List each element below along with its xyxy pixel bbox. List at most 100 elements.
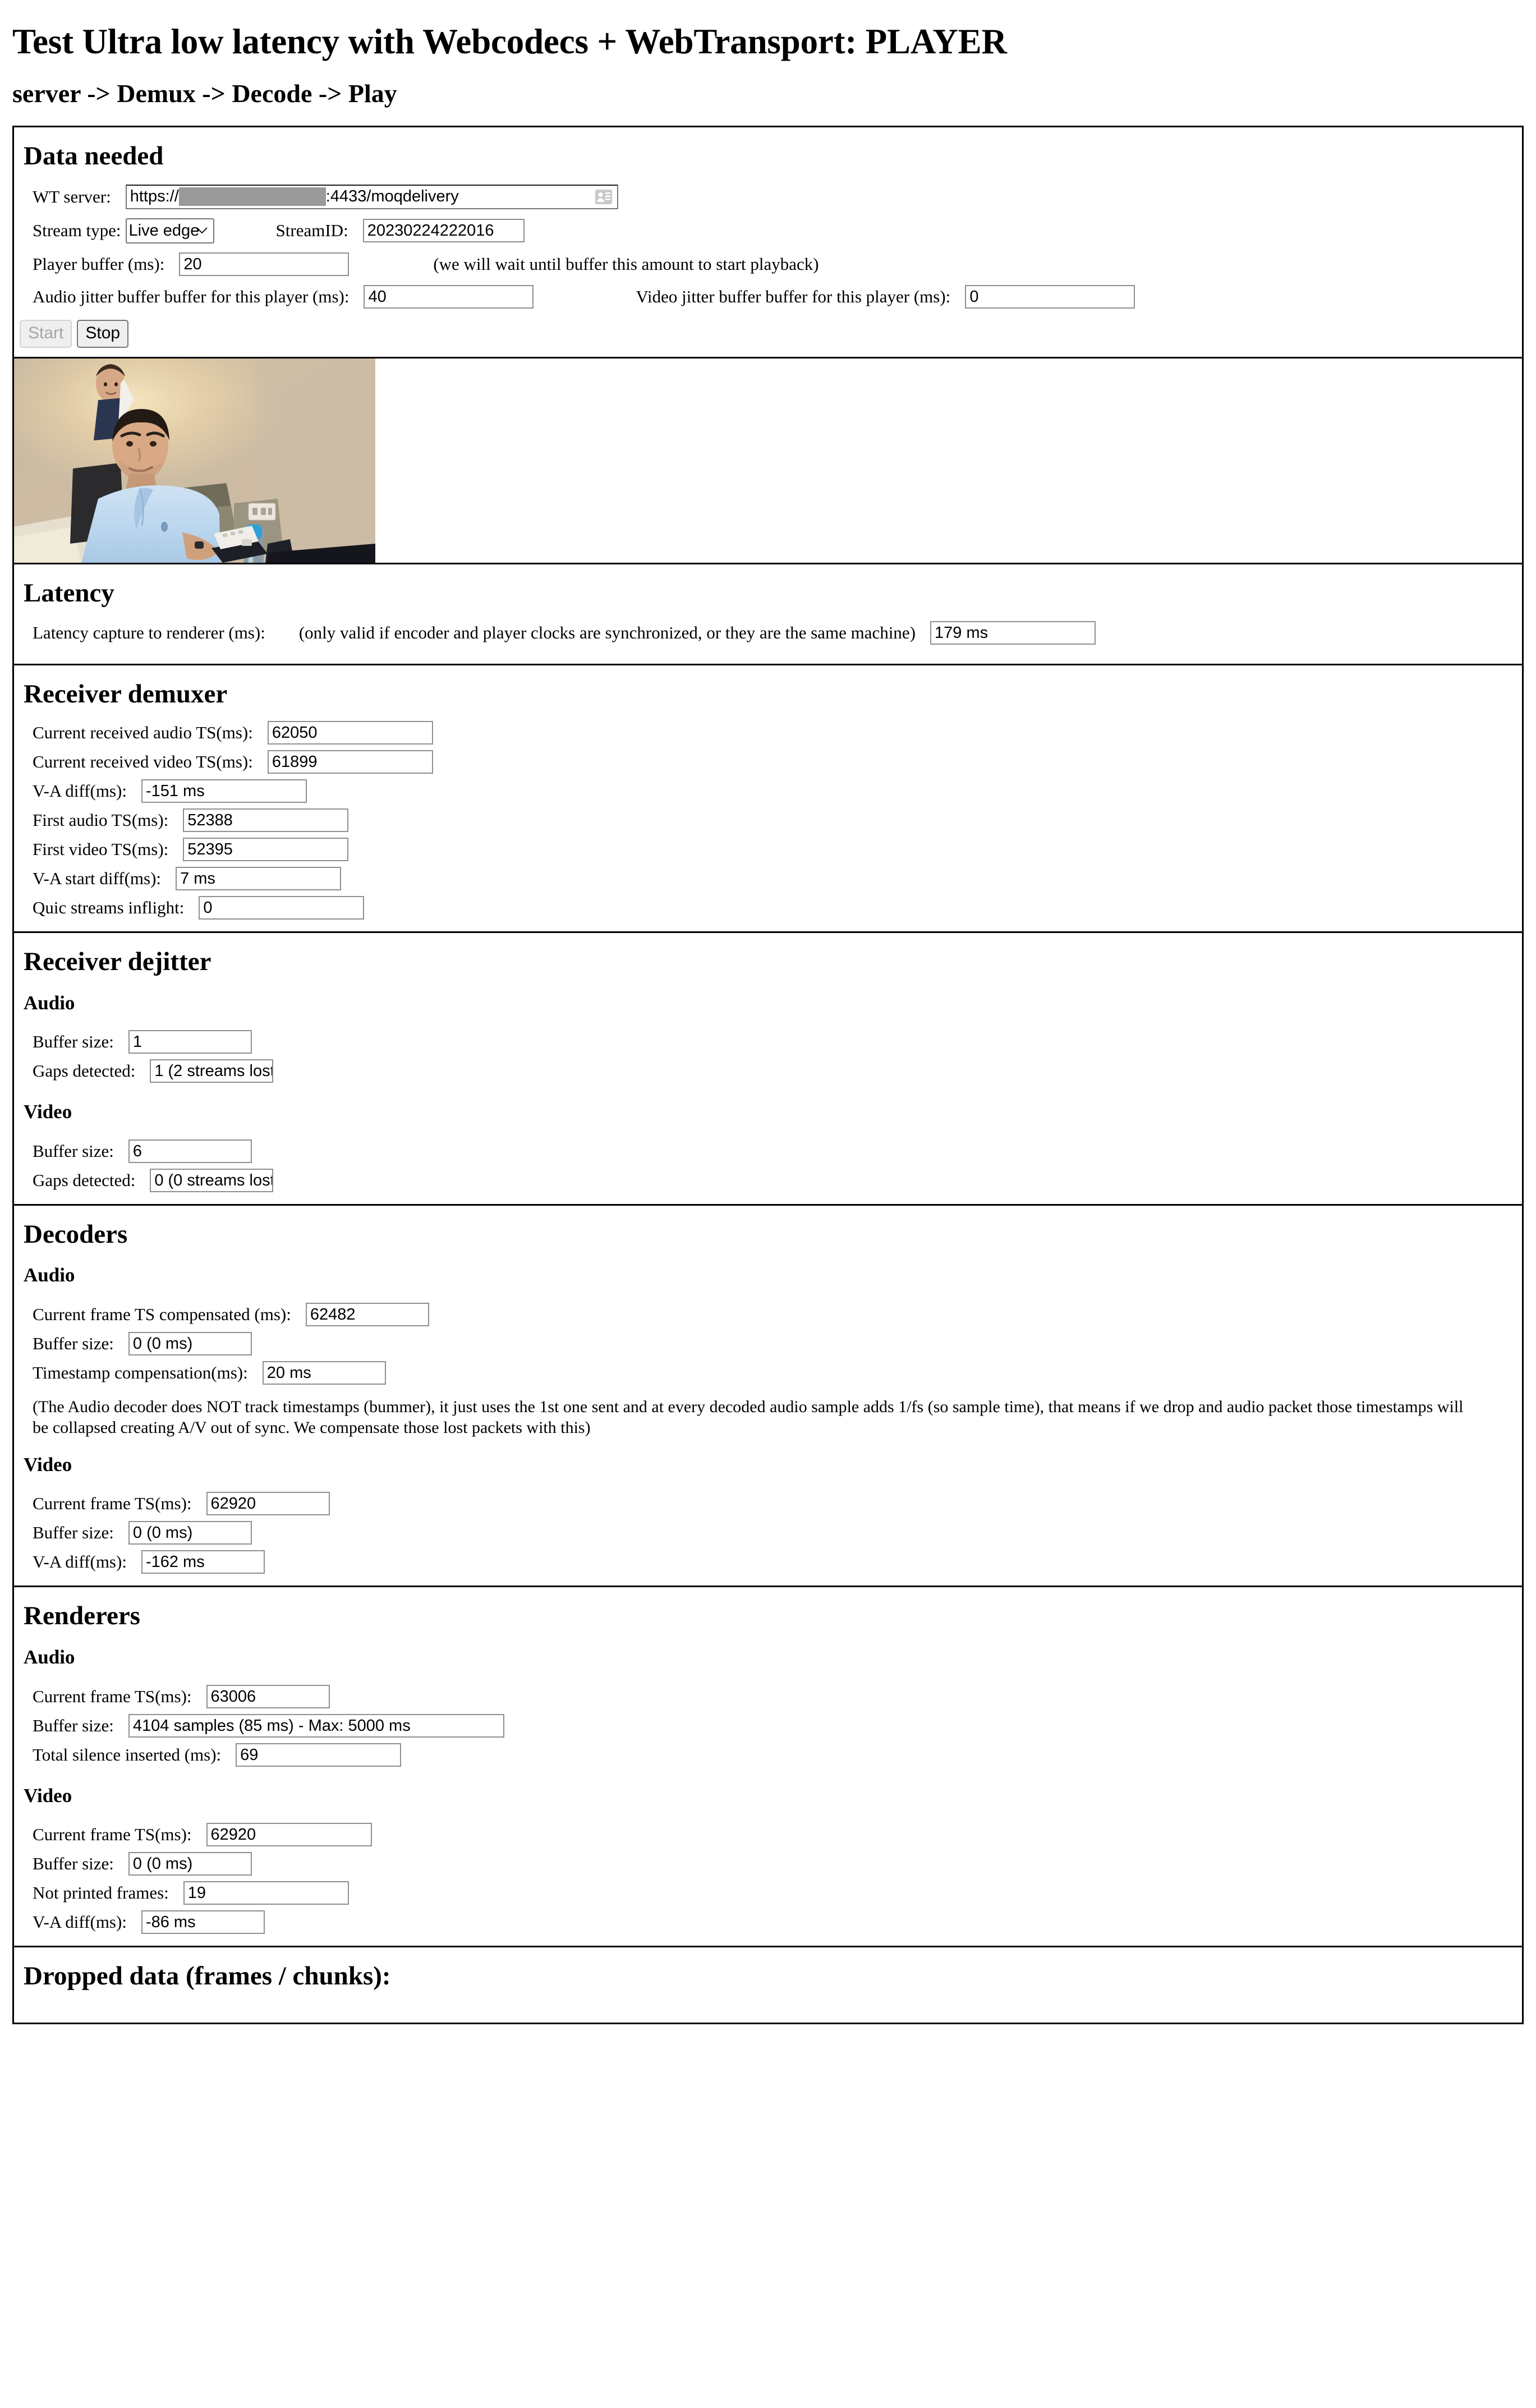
- stat-value[interactable]: 52395: [183, 838, 349, 862]
- wt-server-prefix: https://: [130, 187, 179, 206]
- section-video-output: [12, 356, 1524, 564]
- subsection-title-audio: Audio: [24, 1646, 75, 1669]
- audio-jitter-input[interactable]: 40: [364, 284, 534, 309]
- stat-label: V-A start diff(ms):: [33, 868, 162, 889]
- stat-label: Quic streams inflight:: [33, 898, 185, 918]
- stat-row: Current received audio TS(ms): 62050: [33, 718, 1522, 747]
- stream-type-select[interactable]: Live edge: [125, 218, 214, 243]
- stat-row: Quic streams inflight: 0: [33, 893, 1522, 922]
- stat-label: Current frame TS(ms):: [33, 1493, 192, 1514]
- stat-row: V-A start diff(ms): 7 ms: [33, 864, 1522, 893]
- row-player-buffer: Player buffer (ms): 20 (we will wait unt…: [33, 248, 1522, 281]
- stat-row: Gaps detected: 1 (2 streams lost): [33, 1056, 1522, 1086]
- stat-row: Current frame TS(ms): 62920: [33, 1489, 1522, 1518]
- row-wt-server: WT server: https://:4433/moqdelivery: [33, 180, 1522, 214]
- stat-row: Gaps detected: 0 (0 streams lost): [33, 1166, 1522, 1195]
- stat-value[interactable]: 4104 samples (85 ms) - Max: 5000 ms: [128, 1713, 504, 1738]
- stat-label: Buffer size:: [33, 1141, 114, 1161]
- stat-row: First audio TS(ms): 52388: [33, 806, 1522, 835]
- stat-row: Current frame TS compensated (ms): 62482: [33, 1300, 1522, 1329]
- stat-label: Current frame TS(ms):: [33, 1825, 192, 1845]
- stat-value[interactable]: -151 ms: [141, 779, 307, 803]
- latency-label: Latency capture to renderer (ms):: [33, 623, 265, 643]
- stat-value[interactable]: 7 ms: [176, 867, 342, 891]
- stat-value[interactable]: 61899: [267, 750, 433, 774]
- stat-label: Buffer size:: [33, 1854, 114, 1874]
- stat-row: V-A diff(ms): -162 ms: [33, 1547, 1522, 1577]
- row-latency: Latency capture to renderer (ms): (only …: [33, 617, 1522, 649]
- stat-row: Not printed frames: 19: [33, 1878, 1522, 1908]
- stat-value[interactable]: 63006: [206, 1684, 330, 1708]
- stat-value[interactable]: 62920: [206, 1823, 372, 1847]
- start-button[interactable]: Start: [20, 319, 72, 348]
- stat-value[interactable]: 0 (0 ms): [128, 1852, 252, 1876]
- stat-value[interactable]: 0: [199, 896, 365, 920]
- player-buffer-input[interactable]: 20: [179, 252, 349, 276]
- latency-note: (only valid if encoder and player clocks…: [298, 623, 916, 643]
- stat-label: Total silence inserted (ms):: [33, 1744, 222, 1764]
- stat-label: Not printed frames:: [33, 1883, 169, 1903]
- stat-label: Buffer size:: [33, 1715, 114, 1735]
- stat-value[interactable]: 0 (0 ms): [128, 1331, 252, 1355]
- video-frame: [14, 358, 375, 563]
- video-preview[interactable]: [14, 358, 375, 563]
- stat-value[interactable]: 20 ms: [262, 1361, 386, 1385]
- receiver-demuxer-rows: Current received audio TS(ms): 62050 Cur…: [14, 718, 1522, 922]
- player-page: Test Ultra low latency with Webcodecs + …: [0, 24, 1536, 2024]
- stop-button[interactable]: Stop: [77, 319, 129, 348]
- stat-row: Current received video TS(ms): 61899: [33, 747, 1522, 776]
- contact-card-icon[interactable]: [595, 188, 613, 206]
- stat-label: Gaps detected:: [33, 1061, 136, 1081]
- stat-value[interactable]: 62920: [206, 1492, 330, 1516]
- subsection-title-audio: Audio: [24, 991, 75, 1014]
- video-jitter-input[interactable]: 0: [965, 284, 1135, 309]
- section-data-needed: Data needed WT server: https://:4433/moq…: [12, 126, 1524, 359]
- streamid-input[interactable]: 20230224222016: [362, 219, 525, 243]
- section-title-receiver-dejitter: Receiver dejitter: [24, 947, 211, 977]
- stat-label: Buffer size:: [33, 1523, 114, 1543]
- streamid-label: StreamID:: [275, 220, 348, 241]
- stat-label: Current frame TS compensated (ms):: [33, 1304, 291, 1324]
- wt-server-redacted-host: [178, 187, 326, 206]
- page-subtitle: server -> Demux -> Decode -> Play: [12, 79, 397, 108]
- wt-server-input[interactable]: https:// :4433/moqdelivery: [125, 184, 618, 209]
- stat-value[interactable]: 69: [236, 1743, 402, 1767]
- stat-label: First audio TS(ms):: [33, 810, 169, 830]
- stat-row: Total silence inserted (ms): 69: [33, 1740, 1522, 1770]
- stat-value[interactable]: -86 ms: [141, 1910, 265, 1934]
- stat-value[interactable]: 0 (0 ms): [128, 1521, 252, 1545]
- stat-value[interactable]: 62482: [305, 1302, 429, 1326]
- section-receiver-demuxer: Receiver demuxer Current received audio …: [12, 664, 1524, 934]
- section-title-decoders: Decoders: [24, 1219, 128, 1249]
- stat-row: Buffer size: 0 (0 ms): [33, 1518, 1522, 1547]
- stat-row: First video TS(ms): 52395: [33, 835, 1522, 864]
- stat-value[interactable]: 1: [128, 1030, 252, 1054]
- player-controls: Start Stop: [20, 319, 1522, 348]
- stat-row: Buffer size: 1: [33, 1027, 1522, 1056]
- stat-row: V-A diff(ms): -86 ms: [33, 1908, 1522, 1937]
- page-title: Test Ultra low latency with Webcodecs + …: [12, 22, 1007, 61]
- stat-value[interactable]: 0 (0 streams lost): [150, 1168, 274, 1192]
- stat-value[interactable]: 62050: [267, 721, 433, 745]
- stat-row: V-A diff(ms): -151 ms: [33, 776, 1522, 806]
- stat-label: Buffer size:: [33, 1333, 114, 1353]
- row-jitter-buffers: Audio jitter buffer buffer for this play…: [33, 281, 1522, 313]
- stat-label: V-A diff(ms):: [33, 781, 127, 801]
- section-title-data-needed: Data needed: [24, 141, 164, 171]
- latency-value[interactable]: 179 ms: [930, 621, 1096, 645]
- stat-row: Buffer size: 0 (0 ms): [33, 1849, 1522, 1878]
- row-stream-type: Stream type: Live edge StreamID: 2023022…: [33, 214, 1522, 248]
- stat-value[interactable]: 52388: [183, 808, 349, 833]
- section-receiver-dejitter: Receiver dejitter Audio Buffer size: 1 G…: [12, 931, 1524, 1206]
- subsection-title-audio: Audio: [24, 1264, 75, 1286]
- section-title-receiver-demuxer: Receiver demuxer: [24, 679, 228, 709]
- stat-value[interactable]: 6: [128, 1139, 252, 1163]
- stat-label: Current received audio TS(ms):: [33, 723, 253, 743]
- section-dropped-data: Dropped data (frames / chunks):: [12, 1946, 1524, 2024]
- wt-server-suffix: :4433/moqdelivery: [325, 187, 459, 206]
- stat-value[interactable]: 19: [183, 1881, 349, 1905]
- stream-type-label: Stream type:: [33, 220, 121, 241]
- stat-value[interactable]: -162 ms: [141, 1550, 265, 1574]
- stat-row: Buffer size: 4104 samples (85 ms) - Max:…: [33, 1711, 1522, 1740]
- stat-value[interactable]: 1 (2 streams lost): [150, 1059, 274, 1083]
